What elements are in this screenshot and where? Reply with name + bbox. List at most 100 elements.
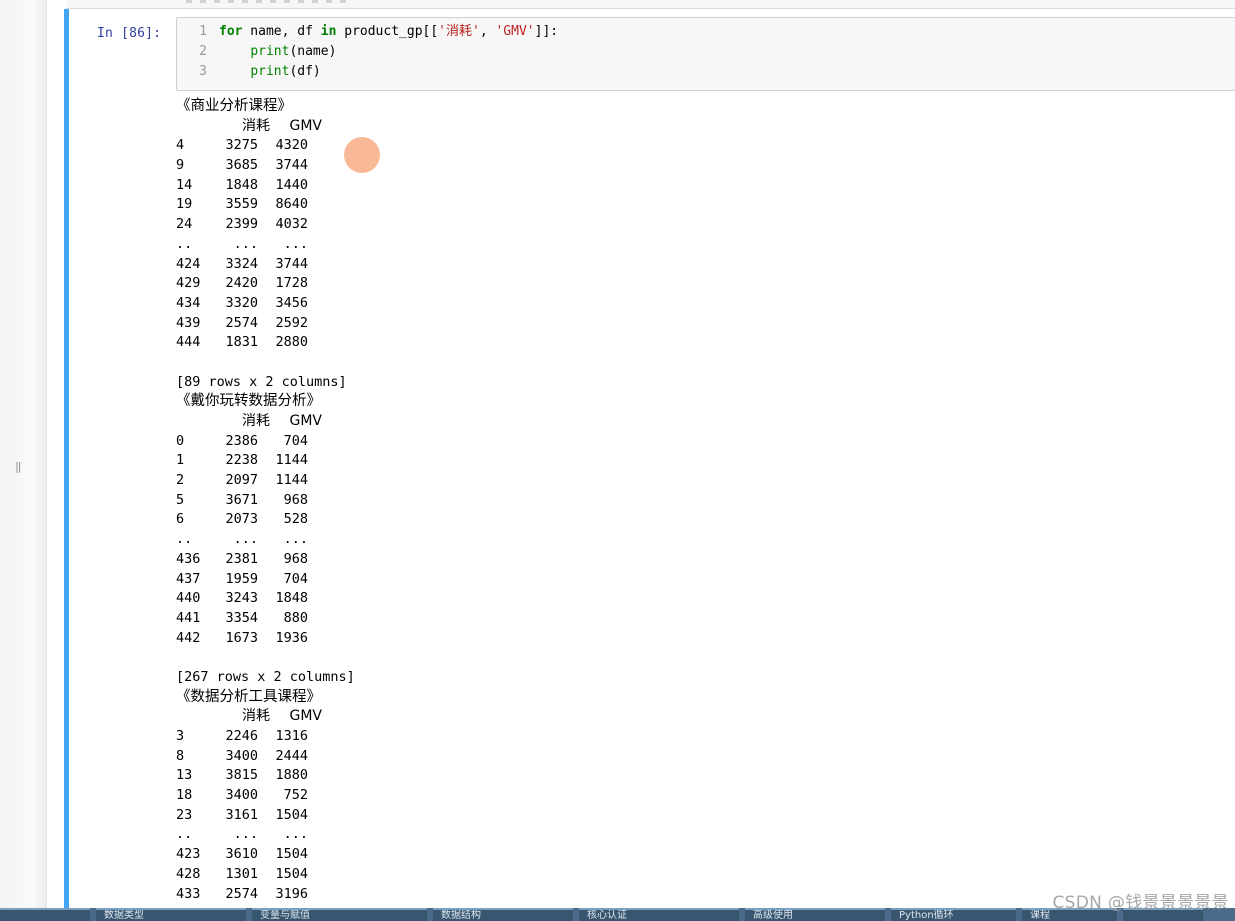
dataframe-row: 5 3671 968 <box>176 491 1235 511</box>
dataframe-row: 13 3815 1880 <box>176 766 1235 786</box>
dataframe-row: 3 2246 1316 <box>176 727 1235 747</box>
dataframe-shape-footer: [89 rows x 2 columns] <box>176 373 347 390</box>
row-index: 434 <box>176 294 201 311</box>
code-token: '消耗' <box>438 24 480 39</box>
dataframe-row: 8 3400 2444 <box>176 747 1235 767</box>
cell-value: 2386 <box>225 432 258 449</box>
code-line: 2 print(name) <box>177 42 336 62</box>
taskbar-tab[interactable]: Python循环 <box>891 908 1016 921</box>
row-index: 429 <box>176 275 201 292</box>
cell-value: ... <box>233 235 258 252</box>
row-index: 0 <box>176 432 185 449</box>
row-index: 23 <box>176 806 193 823</box>
cell-value: ... <box>283 826 308 843</box>
row-index: 19 <box>176 196 193 213</box>
dataframe-row: 442 1673 1936 <box>176 629 1235 649</box>
cell-value: 1504 <box>275 806 308 823</box>
row-index: 444 <box>176 334 201 351</box>
row-index: 24 <box>176 216 193 233</box>
dataframe-row: 0 2386 704 <box>176 432 1235 452</box>
row-index: 423 <box>176 846 201 863</box>
cell-value: 704 <box>283 432 308 449</box>
cell-value: 2420 <box>225 275 258 292</box>
taskbar-tab[interactable]: 变量与赋值 <box>252 908 427 921</box>
dataframe-row: ........ <box>176 235 1235 255</box>
dataframe-row: 428 1301 1504 <box>176 865 1235 885</box>
cell-value: 2097 <box>225 472 258 489</box>
row-index: 424 <box>176 255 201 272</box>
row-index: 442 <box>176 629 201 646</box>
code-editor[interactable]: 1 for name, df in product_gp[['消耗', 'GMV'… <box>176 17 1235 91</box>
column-header: GMV <box>289 708 322 725</box>
dataframe-row: 4 3275 4320 <box>176 136 1235 156</box>
dataframe-row: 439 2574 2592 <box>176 314 1235 334</box>
code-token: product_gp[[ <box>336 24 439 39</box>
row-index: 428 <box>176 865 201 882</box>
cell-value: 1504 <box>275 846 308 863</box>
row-index: 4 <box>176 137 185 154</box>
cell-value: 8640 <box>275 196 308 213</box>
cell-value: ... <box>283 531 308 548</box>
column-header: GMV <box>289 413 322 429</box>
code-token: ]]: <box>534 24 559 39</box>
dataframe-row: 440 3243 1848 <box>176 589 1235 609</box>
cell-value: 3161 <box>225 806 258 823</box>
code-token: , <box>479 24 496 39</box>
cell-value: 3744 <box>275 157 308 174</box>
dataframe-row: 423 3610 1504 <box>176 845 1235 865</box>
cell-value: 1504 <box>275 865 308 882</box>
row-index: 437 <box>176 570 201 587</box>
cell-value: 1144 <box>275 452 308 469</box>
taskbar-tab[interactable]: 核心认证 <box>579 908 739 921</box>
line-number: 3 <box>199 64 207 79</box>
row-index: 13 <box>176 767 193 784</box>
taskbar-tab[interactable]: 数据结构 <box>433 908 573 921</box>
taskbar-tab[interactable] <box>0 908 90 921</box>
taskbar-tab[interactable]: 高级使用 <box>745 908 885 921</box>
column-header: 消耗 <box>242 413 270 429</box>
row-index: .. <box>176 235 193 252</box>
cell-value: 2880 <box>275 334 308 351</box>
row-index: .. <box>176 531 193 548</box>
cell-value: 3243 <box>225 590 258 607</box>
line-number: 1 <box>199 24 207 39</box>
row-index: 1 <box>176 452 185 469</box>
row-index: 18 <box>176 787 193 804</box>
row-index: 9 <box>176 157 185 174</box>
row-index: .. <box>176 826 193 843</box>
cell-value: ... <box>283 235 308 252</box>
cell-value: 1728 <box>275 275 308 292</box>
cell-value: 1316 <box>275 728 308 744</box>
cell-value: 704 <box>283 570 308 587</box>
code-line: 1 for name, df in product_gp[['消耗', 'GMV'… <box>177 22 558 42</box>
cell-value: 968 <box>283 491 308 508</box>
code-token: print <box>250 64 290 79</box>
cell-value: 3400 <box>225 747 258 764</box>
cell-value: 2574 <box>225 314 258 331</box>
group-title: 《商业分析课程》 <box>176 98 292 114</box>
code-cell[interactable]: In [86]: 1 for name, df in product_gp[['消… <box>64 9 1235 921</box>
dataframe-row: 18 3400 752 <box>176 786 1235 806</box>
column-header: 消耗 <box>242 117 270 134</box>
resize-handle-icon[interactable]: ‖ <box>15 460 22 474</box>
code-token: in <box>320 24 337 39</box>
left-gutter <box>0 0 47 921</box>
cell-input-prompt: In [86]: <box>97 26 162 41</box>
cell-value: 752 <box>283 787 308 804</box>
row-index: 6 <box>176 511 185 528</box>
cell-value: 3815 <box>225 767 258 784</box>
row-index: 436 <box>176 550 201 567</box>
column-header: GMV <box>289 117 322 134</box>
row-index: 14 <box>176 176 193 193</box>
cell-value: 1959 <box>225 570 258 587</box>
taskbar-tab[interactable]: 数据类型 <box>96 908 246 921</box>
mouse-cursor-highlight <box>344 137 380 173</box>
code-token: (name) <box>289 44 337 59</box>
cell-value: 880 <box>283 609 308 626</box>
cell-value: ... <box>233 826 258 843</box>
jupyter-notebook: ‖ In [86]: 1 for name, df in product_gp[[… <box>0 0 1235 921</box>
row-index: 439 <box>176 314 201 331</box>
